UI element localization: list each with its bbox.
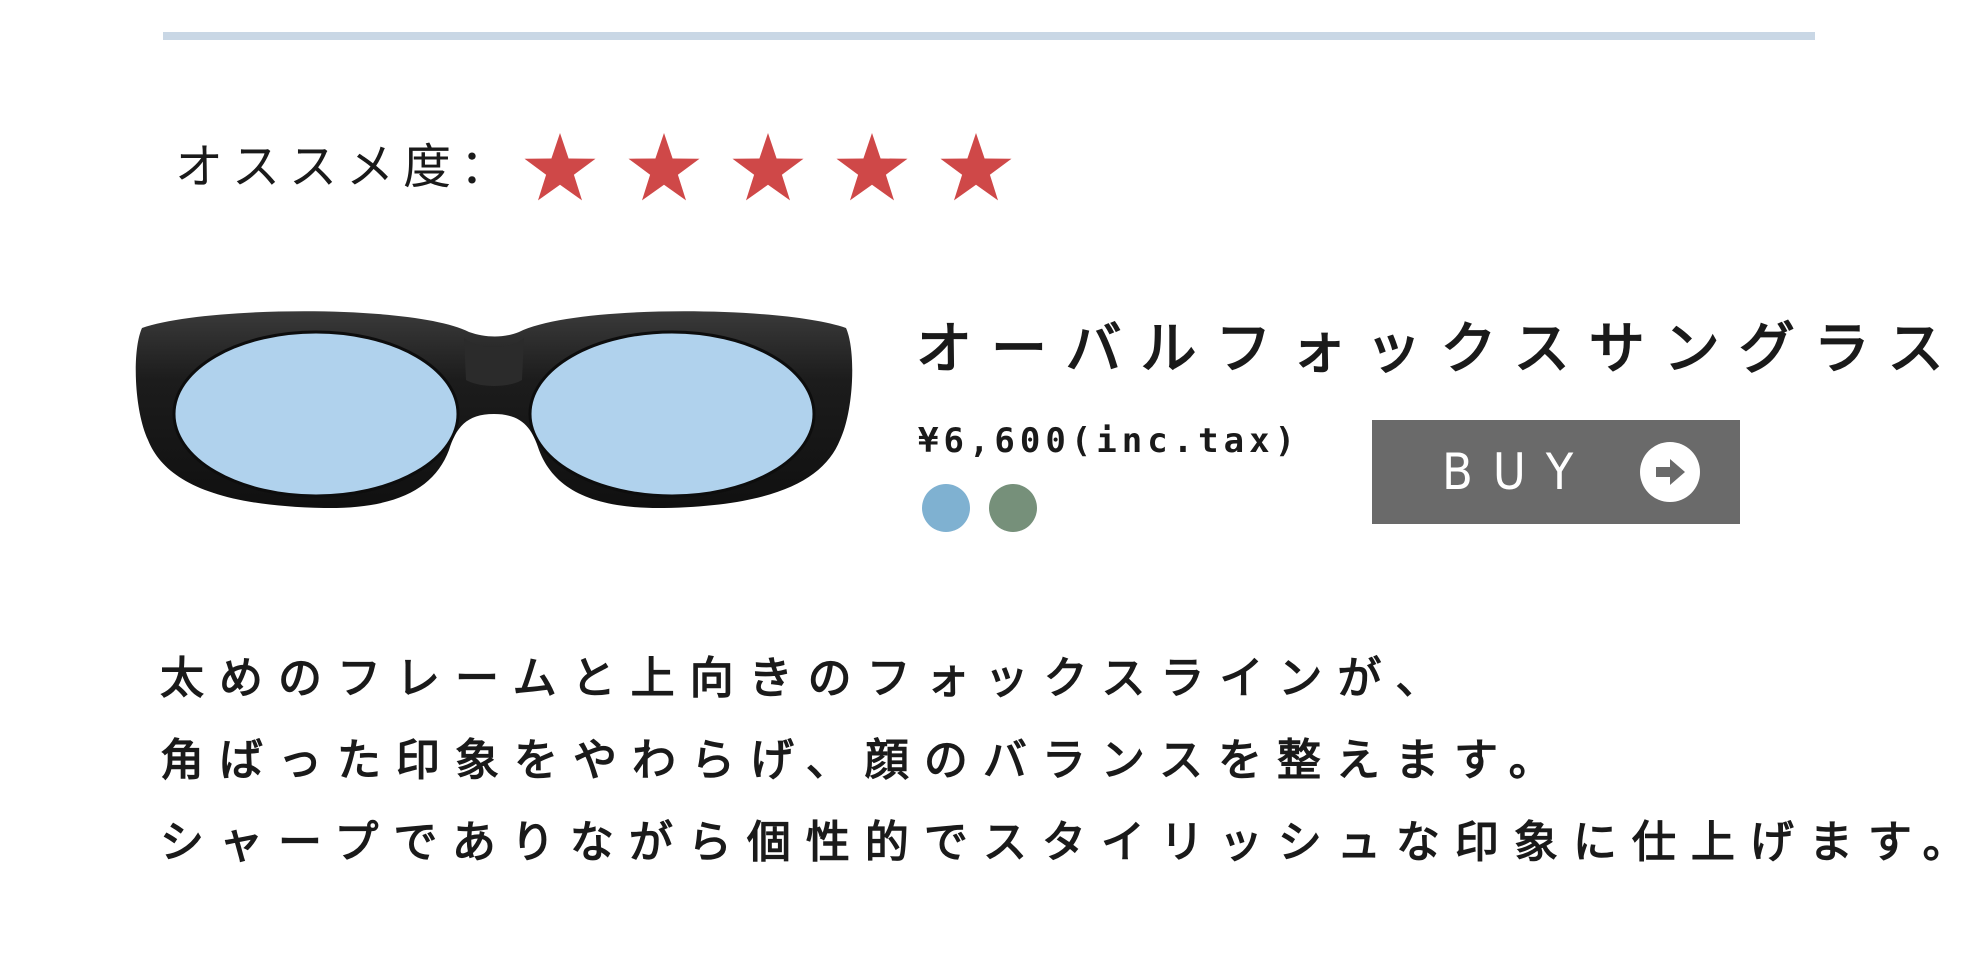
product-description: 太めのフレームと上向きのフォックスラインが、 角ばった印象をやわらげ、顔のバラン… — [160, 638, 1972, 884]
color-swatch[interactable] — [989, 484, 1037, 532]
star-icon — [628, 133, 700, 201]
description-line: 太めのフレームと上向きのフォックスラインが、 — [160, 653, 1455, 704]
star-icon — [524, 133, 596, 201]
star-icon — [732, 133, 804, 201]
description-line: 角ばった印象をやわらげ、顔のバランスを整えます。 — [160, 735, 1568, 786]
star-icon — [836, 133, 908, 201]
recommendation-rating: オススメ度： — [175, 126, 1013, 208]
color-swatches — [922, 484, 1037, 532]
arrow-right-circle-icon — [1640, 442, 1700, 502]
star-rating — [523, 130, 1013, 204]
star-icon — [940, 133, 1012, 201]
buy-button-label: BUY — [1442, 443, 1594, 501]
rating-label: オススメ度： — [175, 139, 518, 195]
product-price: ¥6,600(inc.tax) — [918, 421, 1301, 461]
description-line: シャープでありながら個性的でスタイリッシュな印象に仕上げます。 — [160, 817, 1972, 868]
buy-button[interactable]: BUY — [1372, 420, 1740, 524]
top-divider — [163, 32, 1815, 40]
product-name: オーバルフォックスサングラス — [916, 317, 1963, 382]
sunglasses-icon — [135, 311, 853, 509]
color-swatch[interactable] — [922, 484, 970, 532]
